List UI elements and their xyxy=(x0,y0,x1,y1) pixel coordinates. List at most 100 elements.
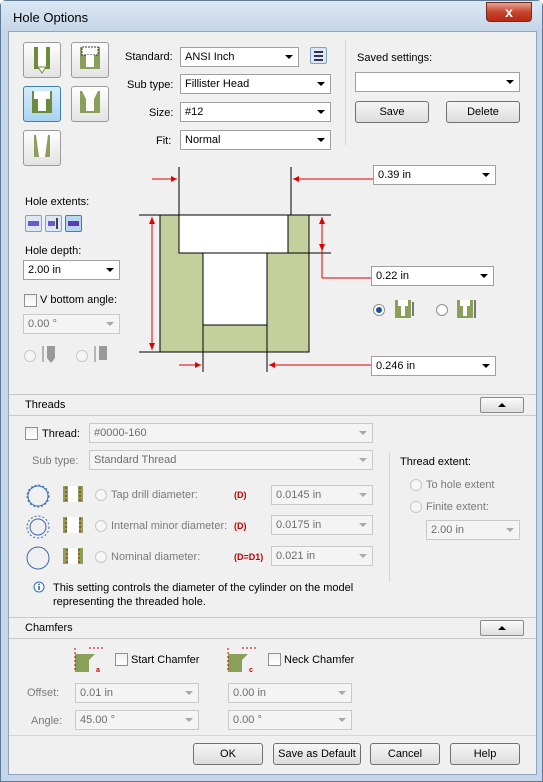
thread-subtype-select[interactable]: Standard Thread xyxy=(89,450,373,470)
save-as-default-button[interactable]: Save as Default xyxy=(273,743,361,765)
thread-label: Thread: xyxy=(42,428,80,440)
size-value: #12 xyxy=(185,106,204,118)
chevron-down-icon xyxy=(359,554,367,558)
minor-diameter-code: (D) xyxy=(234,521,247,531)
chevron-down-icon xyxy=(482,364,490,368)
v-bottom-label: V bottom angle: xyxy=(40,294,118,306)
blind-extent-icon xyxy=(28,221,39,226)
minor-diameter-label: Internal minor diameter: xyxy=(111,520,228,532)
subtype-label: Sub type: xyxy=(127,79,174,91)
thread-checkbox[interactable] xyxy=(25,427,38,440)
finite-extent-radio[interactable] xyxy=(410,501,422,513)
start-chamfer-label: Start Chamfer xyxy=(131,654,200,666)
start-angle-input[interactable]: 45.00 ° xyxy=(75,710,199,730)
next-extent-icon xyxy=(68,221,79,226)
head-diameter-input[interactable]: 0.39 in xyxy=(373,165,496,185)
neck-angle-input[interactable]: 0.00 ° xyxy=(228,710,352,730)
chevron-down-icon xyxy=(359,493,367,497)
size-select[interactable]: #12 xyxy=(180,102,331,122)
fit-value: Normal xyxy=(185,134,221,146)
head-depth-value: 0.22 in xyxy=(376,270,410,282)
simple-hole-icon xyxy=(34,47,50,74)
start-offset-input[interactable]: 0.01 in xyxy=(75,683,199,703)
hole-type-tapered-button[interactable] xyxy=(23,130,61,166)
extent-blind-button[interactable] xyxy=(25,215,42,232)
vertical-divider xyxy=(345,40,346,145)
depth-to-head-radio[interactable] xyxy=(373,304,385,316)
tap-drill-radio[interactable] xyxy=(95,489,107,501)
start-chamfer-checkbox[interactable] xyxy=(115,653,128,666)
threads-collapse-button[interactable] xyxy=(480,397,524,413)
saved-settings-select[interactable] xyxy=(355,72,520,92)
chevron-down-icon xyxy=(317,110,325,114)
close-button[interactable]: x xyxy=(486,2,532,22)
chevron-down-icon xyxy=(506,528,514,532)
counterbore-hole-icon xyxy=(80,46,100,69)
hole-type-counterbore-button[interactable] xyxy=(71,42,109,78)
hole-type-fillister-button[interactable] xyxy=(23,86,61,122)
to-hole-extent-radio[interactable] xyxy=(410,479,422,491)
hole-depth-input[interactable]: 2.00 in xyxy=(23,260,120,280)
hole-type-countersink-button[interactable] xyxy=(71,86,109,122)
extent-through-button[interactable] xyxy=(45,215,62,232)
chamfers-header-label: Chamfers xyxy=(25,622,73,634)
cancel-button[interactable]: Cancel xyxy=(370,743,440,765)
nominal-diameter-circle-icon xyxy=(26,546,50,570)
ok-button[interactable]: OK xyxy=(193,743,263,765)
hole-depth-value: 2.00 in xyxy=(28,264,62,276)
delete-button[interactable]: Delete xyxy=(446,101,520,123)
nominal-diameter-input[interactable]: 0.021 in xyxy=(271,546,373,566)
neck-chamfer-checkbox[interactable] xyxy=(268,653,281,666)
neck-chamfer-icon: c xyxy=(227,647,256,674)
subtype-select[interactable]: Fillister Head xyxy=(180,74,331,94)
hole-diagram xyxy=(139,167,373,372)
start-offset-value: 0.01 in xyxy=(80,687,114,699)
nominal-diameter-code: (D=D1) xyxy=(234,552,264,562)
hole-diameter-input[interactable]: 0.246 in xyxy=(371,356,496,376)
v-bottom-checkbox[interactable] xyxy=(24,294,37,307)
save-button[interactable]: Save xyxy=(355,101,429,123)
fit-select[interactable]: Normal xyxy=(180,130,331,150)
info-text-line2: representing the threaded hole. xyxy=(53,596,206,608)
finite-extent-input[interactable]: 2.00 in xyxy=(426,520,520,540)
depth-to-shoulder-radio[interactable] xyxy=(436,304,448,316)
minor-diameter-input[interactable]: 0.0175 in xyxy=(271,515,373,535)
tap-drill-code: (D) xyxy=(234,490,247,500)
neck-offset-value: 0.00 in xyxy=(233,687,267,699)
chamfers-collapse-button[interactable] xyxy=(480,620,524,636)
help-button[interactable]: Help xyxy=(450,743,520,765)
drill-point-radio-1[interactable] xyxy=(24,350,36,362)
v-bottom-value: 0.00 ° xyxy=(28,318,57,330)
v-bottom-input[interactable]: 0.00 ° xyxy=(23,314,120,334)
tapered-hole-icon xyxy=(34,135,50,157)
title-bar: Hole Options x xyxy=(1,1,542,33)
thread-select[interactable]: #0000-160 xyxy=(89,423,373,443)
neck-offset-input[interactable]: 0.00 in xyxy=(228,683,352,703)
start-angle-value: 45.00 ° xyxy=(80,714,115,726)
hole-diameter-value: 0.246 in xyxy=(376,360,416,372)
offset-label: Offset: xyxy=(27,687,60,699)
thread-subtype-label: Sub type: xyxy=(32,455,79,467)
extent-next-button[interactable] xyxy=(65,215,82,232)
neck-chamfer-label: Neck Chamfer xyxy=(284,654,355,666)
standard-library-button[interactable] xyxy=(310,47,327,64)
tap-drill-value: 0.0145 in xyxy=(276,489,322,501)
standard-select[interactable]: ANSI Inch xyxy=(180,47,299,67)
nominal-diameter-value: 0.021 in xyxy=(276,550,316,562)
minor-diameter-value: 0.0175 in xyxy=(276,519,322,531)
tap-drill-input[interactable]: 0.0145 in xyxy=(271,485,373,505)
chevron-down-icon xyxy=(359,523,367,527)
nominal-diameter-radio[interactable] xyxy=(95,551,107,563)
standard-label: Standard: xyxy=(125,51,173,63)
standard-value: ANSI Inch xyxy=(185,51,235,63)
depth-shoulder-icon xyxy=(457,300,476,318)
minor-diameter-radio[interactable] xyxy=(95,520,107,532)
threads-divider xyxy=(389,452,390,582)
drill-point-radio-2[interactable] xyxy=(76,350,88,362)
hole-depth-label: Hole depth: xyxy=(25,245,82,257)
finite-extent-label: Finite extent: xyxy=(426,501,489,513)
head-diameter-value: 0.39 in xyxy=(378,169,412,181)
head-depth-input[interactable]: 0.22 in xyxy=(371,266,494,286)
hole-type-simple-button[interactable] xyxy=(23,42,61,78)
chevron-down-icon xyxy=(480,274,488,278)
